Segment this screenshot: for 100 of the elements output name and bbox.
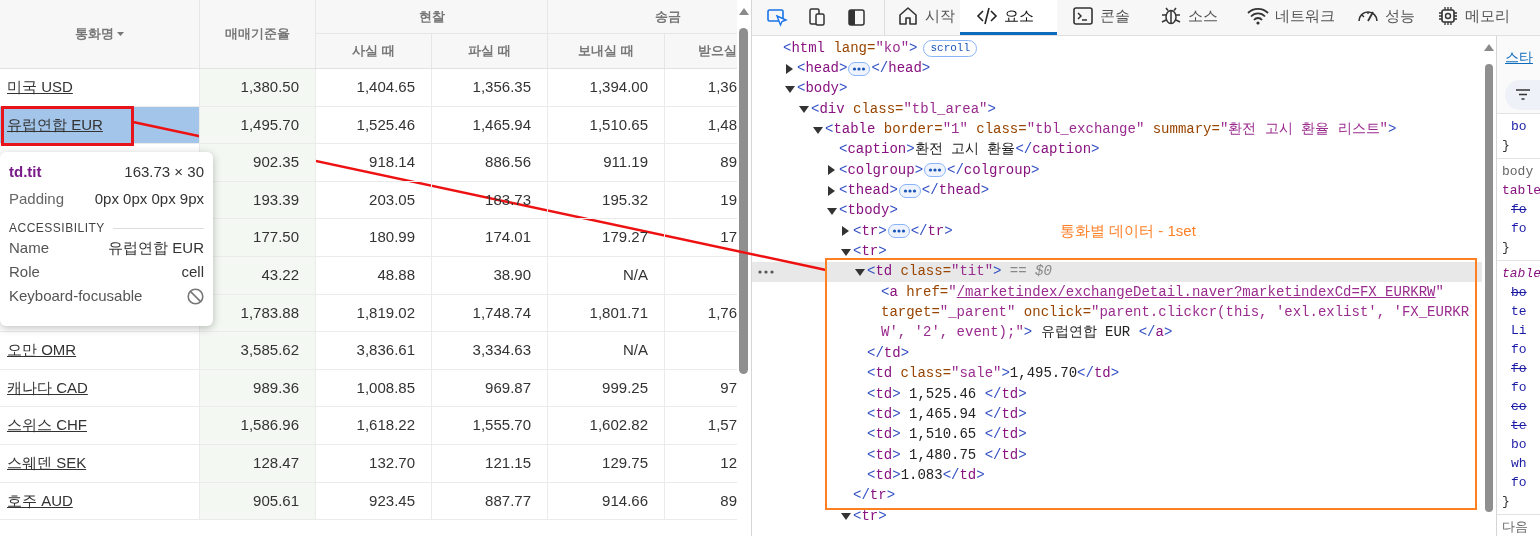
tree-row[interactable]: <caption>환전 고시 환율</caption> — [752, 139, 1100, 161]
code-text: <td> 1,465.94 </td> — [867, 404, 1027, 424]
table-cell: 1,008.85 — [316, 369, 432, 407]
code-text: <a href="/marketindex/exchangeDetail.naver?marketindexCd=FX_EURKRW" — [881, 282, 1444, 302]
tree-row[interactable]: <td class="sale">1,495.70</td> — [752, 363, 1120, 384]
selected-row-highlight[interactable]: <td class="tit"> == $0 — [752, 261, 1482, 283]
ellipsis-badge[interactable] — [887, 224, 910, 239]
table-cell: 1,356.35 — [432, 69, 548, 106]
device-icon[interactable] — [806, 7, 828, 28]
currency-link[interactable]: 스웨덴 SEK — [7, 452, 87, 475]
code-text: <html lang="ko"> — [783, 38, 918, 58]
tree-row[interactable]: <table border="1" class="tbl_exchange" summary="환전 고시 환율 리스트"> — [752, 119, 1397, 140]
more-icon[interactable] — [758, 269, 774, 274]
collapse-triangle-icon[interactable] — [811, 124, 825, 135]
table-cell: 905.61 — [200, 482, 316, 520]
devtools-tab[interactable]: 콘솔 — [1057, 0, 1143, 35]
currency-link[interactable]: 스위스 CHF — [7, 414, 87, 437]
scroll-up-icon[interactable] — [1484, 44, 1494, 51]
collapse-triangle-icon[interactable] — [839, 246, 853, 257]
table-cell-text: 19 — [719, 189, 737, 210]
tree-row[interactable]: <a href="/marketindex/exchangeDetail.naver?marketindexCd=FX_EURKRW" — [752, 282, 1444, 303]
column-header[interactable]: 통화명 — [75, 24, 114, 44]
tree-row[interactable]: <head> </head> — [752, 58, 931, 79]
devtools-tab[interactable]: 소스 — [1143, 0, 1230, 35]
style-rule-text: te — [1510, 418, 1527, 433]
tree-row[interactable]: <td> 1,465.94 </td> — [752, 404, 1027, 425]
style-rule-text: } — [1501, 494, 1510, 509]
table-cell: 1,525.46 — [316, 106, 432, 144]
scrollbar-thumb[interactable] — [1485, 64, 1493, 512]
style-rule-text: fo — [1510, 475, 1527, 490]
tree-row[interactable]: <div class="tbl_area"> — [752, 99, 996, 120]
collapse-triangle-icon[interactable] — [825, 205, 839, 216]
table-cell: 1,748.74 — [432, 294, 548, 332]
style-rule-text: fo — [1510, 221, 1527, 236]
tree-row[interactable]: <tr> — [752, 241, 887, 262]
table-cell: 1,404.65 — [316, 69, 432, 106]
link[interactable]: /marketindex/exchangeDetail.naver?marketindexCd=FX_EURKRW — [956, 283, 1436, 300]
style-rule-text: wh — [1510, 456, 1527, 471]
code-text: </td> — [867, 343, 910, 363]
ellipsis-badge[interactable] — [848, 61, 871, 76]
table-cell: 969.87 — [432, 369, 548, 407]
table-cell: 1,555.70 — [432, 407, 548, 444]
tree-row[interactable]: <td>1.083</td> — [752, 465, 985, 486]
code-text: <tr> — [853, 242, 887, 262]
code-text: <body> — [797, 79, 848, 99]
table-cell: 923.45 — [316, 482, 432, 520]
code-text: <td class="tit"> == $0 — [867, 262, 1052, 282]
ellipsis-badge[interactable] — [898, 183, 921, 198]
devtools-tab[interactable]: 네트워크 — [1230, 0, 1340, 35]
tree-row[interactable]: <td> 1,480.75 </td> — [752, 444, 1027, 466]
home-icon — [897, 5, 919, 27]
tree-row[interactable]: <colgroup> </colgroup> — [752, 160, 1040, 181]
code-text: <tr> — [853, 221, 887, 241]
code-text: </colgroup> — [947, 160, 1040, 180]
table-cell: 886.56 — [432, 144, 548, 181]
column-header: 사실 때 — [352, 42, 395, 61]
devtools-tab[interactable]: 메모리 — [1420, 0, 1520, 35]
scrollbar-thumb[interactable] — [739, 28, 748, 374]
devtools-tab[interactable]: 요소 — [960, 0, 1057, 35]
collapse-triangle-icon[interactable] — [797, 104, 811, 115]
filter-icon[interactable] — [1516, 89, 1530, 100]
table-cell: 3,334.63 — [432, 332, 548, 369]
collapse-triangle-icon[interactable] — [783, 83, 797, 94]
code-text: <div class="tbl_area"> — [811, 99, 996, 119]
code-text: </tr> — [910, 221, 953, 241]
currency-link[interactable]: 유럽연합 EUR — [7, 113, 103, 137]
tree-row[interactable]: <body> — [752, 78, 848, 100]
currency-link[interactable]: 캐나다 CAD — [7, 376, 88, 400]
tree-row[interactable]: <tbody> — [752, 200, 898, 222]
table-cell: 1,819.02 — [316, 294, 432, 332]
table-cell: 174.01 — [432, 219, 548, 256]
style-rule-text: fo — [1510, 342, 1527, 357]
ellipsis-badge[interactable] — [924, 163, 947, 178]
devtools-tab[interactable]: 시작 — [885, 0, 960, 35]
tree-row[interactable]: <thead> </thead> — [752, 180, 990, 201]
tree-row[interactable]: <html lang="ko"> scroll — [752, 38, 978, 59]
table-cell: 911.19 — [548, 144, 665, 181]
currency-link[interactable]: 오만 OMR — [7, 339, 77, 362]
styles-tab[interactable]: 스타 — [1505, 47, 1533, 68]
tree-row[interactable]: <td> 1,510.65 </td> — [752, 424, 1027, 445]
style-rule-text: } — [1501, 138, 1510, 153]
scroll-up-icon[interactable] — [739, 8, 749, 15]
currency-link[interactable]: 호주 AUD — [7, 489, 73, 513]
annotation-label: 통화별 데이터 - 1set — [1060, 222, 1196, 239]
inspect-icon[interactable] — [766, 7, 788, 28]
collapse-triangle-icon[interactable] — [853, 266, 867, 277]
dock-icon[interactable] — [846, 7, 868, 28]
tree-row[interactable]: <tr> — [752, 505, 887, 527]
tree-row[interactable]: <td> 1,525.46 </td> — [752, 383, 1027, 405]
table-cell: 1,495.70 — [200, 106, 316, 144]
currency-link[interactable]: 미국 USD — [7, 76, 73, 99]
collapse-triangle-icon[interactable] — [839, 511, 853, 522]
table-cell-text: 89 — [719, 152, 737, 173]
column-header: 매매기준율 — [225, 25, 290, 44]
devtools-tab[interactable]: 성능 — [1340, 0, 1420, 35]
tree-row[interactable]: <tr> </tr> — [752, 221, 953, 242]
sort-caret-icon[interactable] — [117, 32, 124, 36]
code-text: </tr> — [853, 486, 896, 506]
style-rule-text: fo — [1510, 202, 1527, 217]
blocked-icon — [187, 287, 204, 305]
